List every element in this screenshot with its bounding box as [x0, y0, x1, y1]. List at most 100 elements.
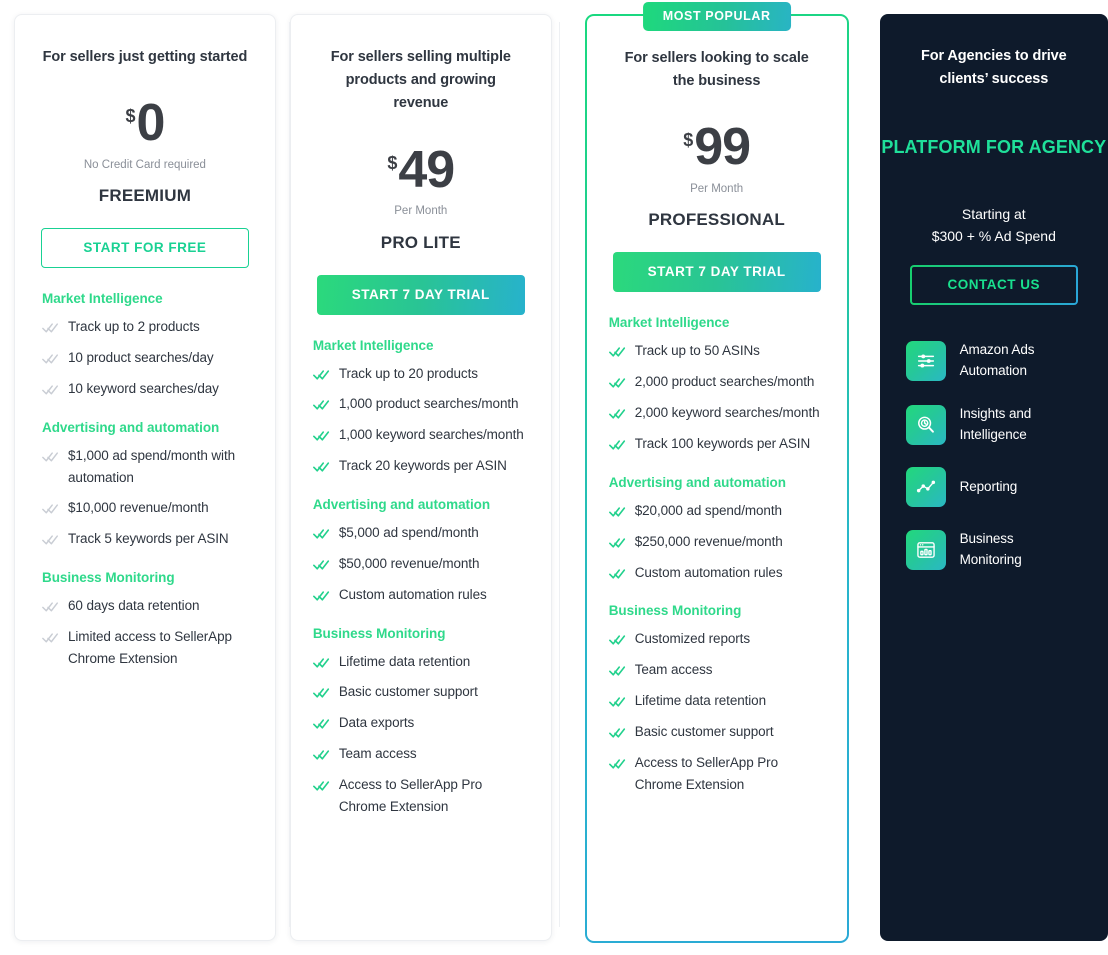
double-check-icon: [312, 458, 330, 475]
double-check-icon: [42, 381, 59, 398]
feature-item: Team access: [312, 743, 529, 765]
feature-text: $50,000 revenue/month: [338, 555, 480, 571]
feature-item: 2,000 product searches/month: [608, 371, 825, 393]
double-check-icon: [608, 534, 626, 551]
dashboard-icon: [905, 530, 946, 571]
double-check-icon: [42, 350, 59, 367]
feature-group: Advertising and automation $1,000 ad spe…: [42, 420, 257, 550]
pricing-table: For sellers just getting started $ 0 No …: [0, 0, 1108, 955]
pricing-card-professional: MOST POPULAR For sellers looking to scal…: [584, 2, 849, 943]
double-check-icon: [608, 374, 626, 391]
feature-item: $20,000 ad spend/month: [608, 500, 825, 522]
double-check-icon: [312, 366, 330, 383]
feature-item: Team access: [608, 659, 825, 681]
feature-group-title: Advertising and automation: [42, 419, 220, 435]
feature-group-title: Advertising and automation: [608, 474, 786, 490]
plan-name: FREEMIUM: [98, 186, 192, 206]
feature-item: Custom automation rules: [608, 562, 825, 584]
double-check-icon: [42, 448, 59, 465]
double-check-icon: [608, 693, 626, 710]
feature-item: $50,000 revenue/month: [312, 553, 529, 575]
feature-item: Track up to 20 products: [312, 363, 529, 385]
double-check-icon: [312, 654, 330, 671]
feature-text: Team access: [634, 662, 713, 678]
agency-feature-label: Amazon Ads Automation: [959, 341, 1035, 378]
agency-starting-line-1: Starting at: [961, 206, 1026, 223]
feature-group: Market Intelligence Track up to 2 produc…: [42, 291, 257, 400]
feature-item: Lifetime data retention: [312, 651, 529, 673]
feature-group: Advertising and automation $20,000 ad sp…: [609, 475, 825, 584]
double-check-icon: [608, 662, 626, 679]
feature-text: Lifetime data retention: [338, 653, 471, 669]
feature-item: Custom automation rules: [312, 584, 529, 606]
start-for-free-button[interactable]: START FOR FREE: [41, 228, 249, 269]
feature-text: 1,000 keyword searches/month: [338, 427, 524, 443]
contact-us-button[interactable]: CONTACT US: [909, 264, 1079, 305]
double-check-icon: [312, 777, 330, 794]
feature-item: 10 keyword searches/day: [42, 378, 257, 400]
feature-text: Data exports: [338, 715, 415, 731]
feature-item: 1,000 keyword searches/month: [312, 424, 529, 446]
feature-group-title: Market Intelligence: [608, 315, 730, 331]
double-check-icon: [312, 556, 330, 573]
feature-group-title: Business Monitoring: [608, 603, 742, 619]
agency-feature-label: Business Monitoring: [959, 531, 1022, 568]
agency-starting-line-2: $300 + % Ad Spend: [931, 228, 1056, 245]
feature-text: 10 product searches/day: [68, 350, 214, 366]
price-amount: 49: [398, 140, 455, 199]
contact-us-label: CONTACT US: [911, 266, 1077, 303]
plan-tagline: For sellers selling multiple products an…: [330, 49, 511, 112]
price-amount: 99: [694, 118, 751, 177]
most-popular-badge: MOST POPULAR: [642, 2, 791, 31]
feature-group-title: Market Intelligence: [312, 337, 434, 353]
currency-symbol: $: [125, 106, 136, 127]
feature-text: 10 keyword searches/day: [68, 380, 219, 396]
double-check-icon: [608, 343, 626, 360]
double-check-icon: [608, 436, 626, 453]
feature-text: Access to SellerApp Pro Chrome Extension: [634, 754, 778, 792]
double-check-icon: [608, 631, 626, 648]
double-check-icon: [312, 427, 330, 444]
feature-item: Data exports: [312, 712, 529, 734]
feature-list: Market Intelligence Track up to 2 produc…: [15, 268, 275, 679]
start-trial-button[interactable]: START 7 DAY TRIAL: [316, 274, 525, 315]
feature-group: Business Monitoring Lifetime data retent…: [313, 626, 529, 818]
feature-item: 10 product searches/day: [42, 347, 257, 369]
feature-group: Business Monitoring 60 days data retenti…: [42, 570, 257, 670]
feature-text: Access to SellerApp Pro Chrome Extension: [338, 777, 483, 814]
feature-text: Limited access to SellerApp Chrome Exten…: [68, 629, 232, 666]
start-trial-button[interactable]: START 7 DAY TRIAL: [612, 252, 821, 293]
double-check-icon: [608, 503, 626, 520]
feature-text: Custom automation rules: [634, 564, 783, 580]
plan-price: $ 99 Per Month: [587, 93, 847, 195]
feature-item: $250,000 revenue/month: [608, 531, 825, 553]
feature-list: Market Intelligence Track up to 20 produ…: [291, 315, 551, 827]
feature-item: Track up to 50 ASINs: [608, 340, 825, 362]
double-check-icon: [312, 587, 330, 604]
double-check-icon: [608, 565, 626, 582]
column-divider: [559, 22, 560, 927]
plan-price: $ 49 Per Month: [291, 116, 551, 218]
plan-price: $ 0 No Credit Card required: [15, 69, 275, 171]
feature-text: $10,000 revenue/month: [68, 500, 209, 516]
cta-container: START 7 DAY TRIAL: [587, 230, 847, 293]
feature-text: Track up to 20 products: [338, 365, 478, 381]
double-check-icon: [608, 755, 626, 772]
double-check-icon: [42, 629, 59, 646]
feature-item: Basic customer support: [608, 721, 825, 743]
double-check-icon: [312, 396, 330, 413]
pricing-card-freemium: For sellers just getting started $ 0 No …: [14, 14, 276, 941]
currency-symbol: $: [387, 152, 398, 173]
feature-item: Track 5 keywords per ASIN: [42, 528, 257, 550]
feature-text: Customized reports: [634, 631, 750, 647]
feature-text: Custom automation rules: [338, 586, 487, 602]
feature-text: Team access: [338, 746, 417, 762]
feature-item: 1,000 product searches/month: [312, 393, 529, 415]
feature-text: Track 20 keywords per ASIN: [338, 458, 507, 474]
feature-group-title: Business Monitoring: [312, 625, 446, 641]
pricing-card-pro-lite: For sellers selling multiple products an…: [289, 14, 552, 941]
feature-group-title: Market Intelligence: [42, 291, 163, 307]
feature-text: Track 100 keywords per ASIN: [634, 435, 811, 451]
agency-feature-item: Reporting: [905, 467, 1108, 508]
feature-item: $5,000 ad spend/month: [312, 522, 529, 544]
